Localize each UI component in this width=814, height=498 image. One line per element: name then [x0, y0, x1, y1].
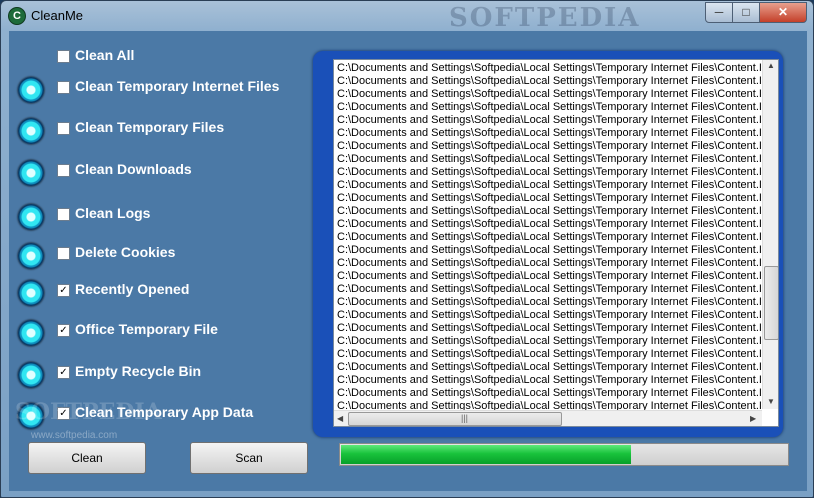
option-checkbox[interactable]: [57, 164, 70, 177]
option-label[interactable]: Clean Temporary Files: [75, 119, 224, 135]
log-line: C:\Documents and Settings\Softpedia\Loca…: [337, 218, 761, 230]
option-checkbox[interactable]: [57, 247, 70, 260]
scroll-right-icon[interactable]: ▶: [750, 414, 756, 423]
log-line: C:\Documents and Settings\Softpedia\Loca…: [337, 114, 761, 126]
log-line: C:\Documents and Settings\Softpedia\Loca…: [337, 88, 761, 100]
status-led-icon: [18, 243, 44, 269]
option-checkbox[interactable]: [57, 208, 70, 221]
log-line: C:\Documents and Settings\Softpedia\Loca…: [337, 335, 761, 347]
softpedia-watermark: SOFTPEDIA: [449, 3, 641, 33]
log-panel: C:\Documents and Settings\Softpedia\Loca…: [313, 51, 783, 437]
log-line: C:\Documents and Settings\Softpedia\Loca…: [337, 322, 761, 334]
option-checkbox[interactable]: [57, 50, 70, 63]
app-icon[interactable]: C: [8, 7, 26, 25]
status-led-icon: [18, 77, 44, 103]
log-line: C:\Documents and Settings\Softpedia\Loca…: [337, 400, 761, 410]
option-label[interactable]: Clean Temporary Internet Files: [75, 78, 279, 94]
cleanme-window: C CleanMe SOFTPEDIA ─ □ ✕ Clean All Clean…: [0, 0, 814, 498]
option-checkbox[interactable]: ✓: [57, 284, 70, 297]
option-label[interactable]: Clean Logs: [75, 205, 150, 221]
log-line: C:\Documents and Settings\Softpedia\Loca…: [337, 309, 761, 321]
status-led-icon: [18, 204, 44, 230]
log-line: C:\Documents and Settings\Softpedia\Loca…: [337, 179, 761, 191]
log-line: C:\Documents and Settings\Softpedia\Loca…: [337, 348, 761, 360]
log-line: C:\Documents and Settings\Softpedia\Loca…: [337, 75, 761, 87]
log-line: C:\Documents and Settings\Softpedia\Loca…: [337, 140, 761, 152]
horizontal-scrollbar[interactable]: ◀ ||| ▶: [334, 410, 762, 426]
log-line: C:\Documents and Settings\Softpedia\Loca…: [337, 192, 761, 204]
progress-fill: [341, 445, 631, 464]
log-line: C:\Documents and Settings\Softpedia\Loca…: [337, 374, 761, 386]
client-area: Clean All Clean Temporary Internet Files C…: [9, 31, 807, 491]
log-line: C:\Documents and Settings\Softpedia\Loca…: [337, 101, 761, 113]
progress-bar: [339, 443, 789, 466]
status-led-icon: [18, 160, 44, 186]
window-title: CleanMe: [31, 8, 84, 23]
log-line: C:\Documents and Settings\Softpedia\Loca…: [337, 153, 761, 165]
scroll-grip-icon: |||: [461, 413, 469, 423]
option-label[interactable]: Clean All: [75, 47, 134, 63]
log-line: C:\Documents and Settings\Softpedia\Loca…: [337, 166, 761, 178]
log-line: C:\Documents and Settings\Softpedia\Loca…: [337, 361, 761, 373]
status-led-icon: [18, 362, 44, 388]
softpedia-logo-watermark: SOFTPEDIA: [15, 399, 162, 425]
option-checkbox[interactable]: ✓: [57, 324, 70, 337]
log-line: C:\Documents and Settings\Softpedia\Loca…: [337, 231, 761, 243]
minimize-button[interactable]: ─: [705, 2, 733, 23]
vertical-scroll-thumb[interactable]: [764, 266, 778, 340]
status-led-icon: [18, 118, 44, 144]
log-line: C:\Documents and Settings\Softpedia\Loca…: [337, 270, 761, 282]
log-line: C:\Documents and Settings\Softpedia\Loca…: [337, 283, 761, 295]
log-line: C:\Documents and Settings\Softpedia\Loca…: [337, 62, 761, 74]
maximize-button[interactable]: □: [732, 2, 760, 23]
log-line: C:\Documents and Settings\Softpedia\Loca…: [337, 257, 761, 269]
scroll-down-icon[interactable]: ▼: [767, 397, 775, 406]
status-led-icon: [18, 320, 44, 346]
option-label[interactable]: Office Temporary File: [75, 321, 218, 337]
log-listbox[interactable]: C:\Documents and Settings\Softpedia\Loca…: [333, 59, 779, 427]
scroll-up-icon[interactable]: ▲: [767, 61, 775, 70]
option-label[interactable]: Empty Recycle Bin: [75, 363, 201, 379]
option-label[interactable]: Clean Downloads: [75, 161, 192, 177]
option-label[interactable]: Recently Opened: [75, 281, 189, 297]
option-checkbox[interactable]: [57, 81, 70, 94]
log-line: C:\Documents and Settings\Softpedia\Loca…: [337, 387, 761, 399]
option-checkbox[interactable]: [57, 122, 70, 135]
scroll-left-icon[interactable]: ◀: [337, 414, 343, 423]
log-line: C:\Documents and Settings\Softpedia\Loca…: [337, 296, 761, 308]
log-line: C:\Documents and Settings\Softpedia\Loca…: [337, 244, 761, 256]
option-checkbox[interactable]: ✓: [57, 366, 70, 379]
log-lines: C:\Documents and Settings\Softpedia\Loca…: [337, 62, 761, 410]
horizontal-scroll-thumb[interactable]: |||: [348, 412, 562, 426]
scan-button[interactable]: Scan: [190, 442, 308, 474]
log-line: C:\Documents and Settings\Softpedia\Loca…: [337, 127, 761, 139]
title-bar[interactable]: C CleanMe SOFTPEDIA ─ □ ✕: [1, 1, 813, 33]
vertical-scrollbar[interactable]: ▲ ▼: [762, 60, 778, 409]
status-led-icon: [18, 280, 44, 306]
softpedia-url-watermark: www.softpedia.com: [31, 430, 118, 441]
log-line: C:\Documents and Settings\Softpedia\Loca…: [337, 205, 761, 217]
close-button[interactable]: ✕: [759, 2, 807, 23]
clean-button[interactable]: Clean: [28, 442, 146, 474]
option-label[interactable]: Delete Cookies: [75, 244, 175, 260]
